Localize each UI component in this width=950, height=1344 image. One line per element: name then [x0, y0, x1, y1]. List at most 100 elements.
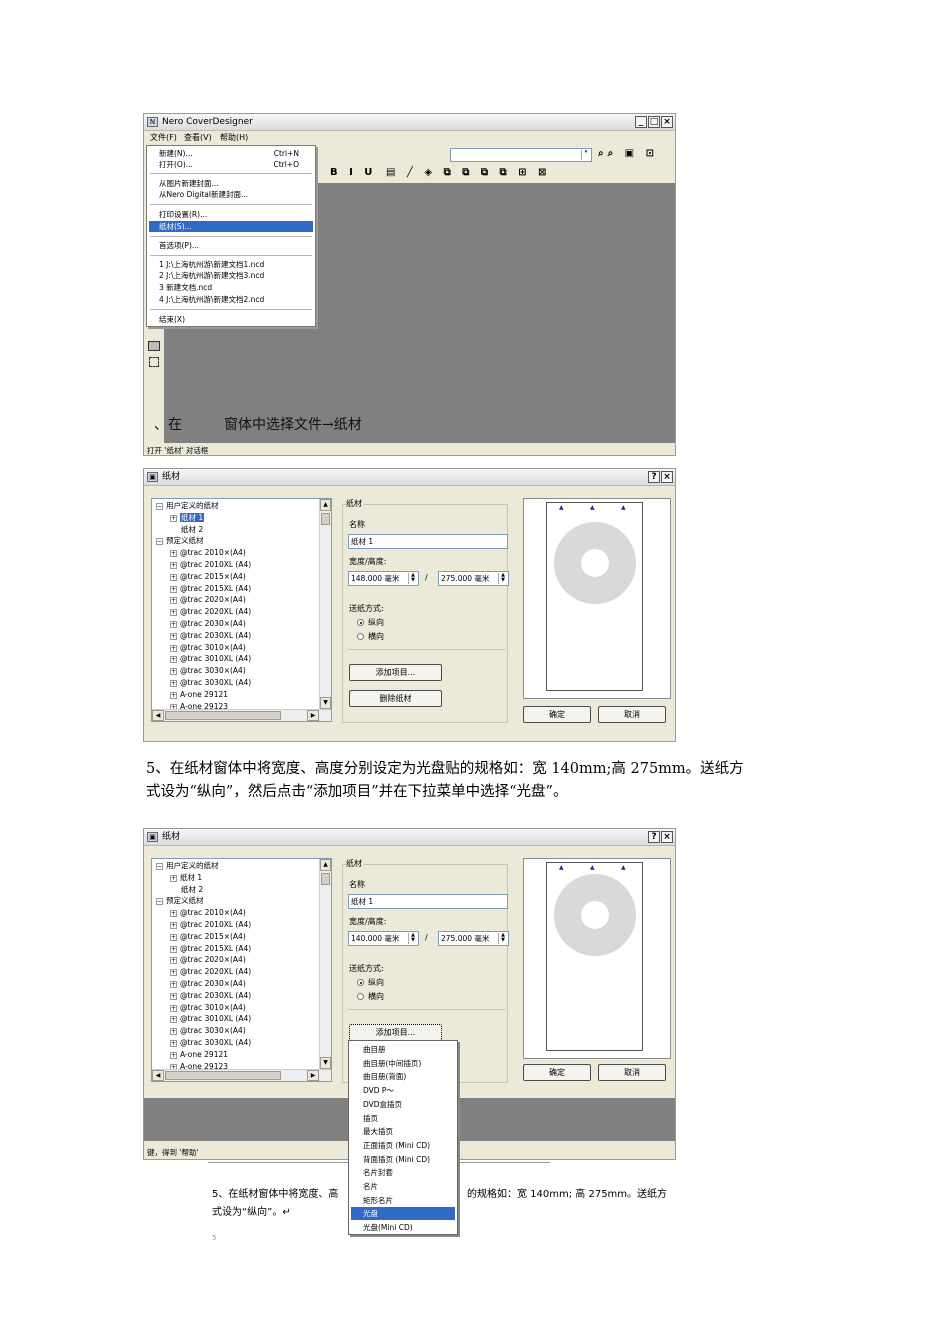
tree-preset-item[interactable]: + @trac 2020×(A4): [170, 954, 246, 966]
tree-preset-item[interactable]: + @trac 2015XL (A4): [170, 943, 251, 955]
tree-preset-item[interactable]: + @trac 2010XL (A4): [170, 559, 251, 571]
tree-preset-item[interactable]: + @trac 3010XL (A4): [170, 653, 251, 665]
expand-icon[interactable]: +: [170, 514, 177, 522]
tree-preset-item[interactable]: + @trac 2015×(A4): [170, 931, 246, 943]
tree-vertical-scrollbar[interactable]: ▲ ▼: [319, 859, 331, 1069]
menu-item-recent-4[interactable]: 4 J:\上海杭州游\新建文档2.ncd: [159, 294, 264, 305]
tree-item-paper-2[interactable]: 纸材 2: [181, 884, 203, 896]
menu-item-new-from-nero-digital[interactable]: 从Nero Digital新建封面...: [159, 189, 248, 200]
paper-tree[interactable]: − 用户定义的纸材 + 纸材 1 纸材 2 − 预定义纸材 + @trac 2010×(…: [151, 498, 332, 722]
minimize-button[interactable]: _: [635, 116, 647, 128]
add-item-button[interactable]: 添加项目...: [349, 1024, 442, 1041]
height-input[interactable]: 275.000 毫米 ▲ ▼: [438, 571, 509, 586]
help-button[interactable]: ?: [648, 471, 660, 483]
cancel-button[interactable]: 取消: [598, 1064, 666, 1081]
radio-portrait[interactable]: 纵向: [357, 978, 384, 988]
scroll-down-icon[interactable]: ▼: [320, 697, 331, 709]
add-item-button[interactable]: 添加项目...: [349, 664, 442, 681]
tree-item-paper-1[interactable]: + 纸材 1: [170, 512, 205, 524]
menu-item-open[interactable]: 打开(O)...: [159, 159, 193, 170]
tree-preset-item[interactable]: + @trac 2015×(A4): [170, 571, 246, 583]
width-input[interactable]: 148.000 毫米 ▲ ▼: [348, 571, 419, 586]
tree-preset-item[interactable]: + @trac 2010×(A4): [170, 907, 246, 919]
popup-item[interactable]: DVD盒插页: [349, 1098, 457, 1111]
close-button[interactable]: ×: [661, 116, 673, 128]
popup-item[interactable]: 正面插页 (Mini CD): [349, 1139, 457, 1152]
name-input[interactable]: 纸材 1: [348, 534, 508, 549]
scroll-up-icon[interactable]: ▲: [320, 499, 331, 511]
popup-item[interactable]: 曲目册(中间插页): [349, 1057, 457, 1070]
popup-item[interactable]: 插页: [349, 1112, 457, 1125]
popup-item[interactable]: 光盘(Mini CD): [349, 1221, 457, 1234]
menu-item-recent-2[interactable]: 2 J:\上海杭州游\新建文档3.ncd: [159, 270, 264, 281]
collapse-icon[interactable]: −: [156, 898, 163, 906]
help-button[interactable]: ?: [648, 831, 660, 843]
height-input[interactable]: 275.000 毫米 ▲ ▼: [438, 931, 509, 946]
tree-preset-item[interactable]: + @trac 2030×(A4): [170, 618, 246, 630]
menu-file[interactable]: 文件(F): [150, 131, 177, 145]
popup-item[interactable]: 曲目册: [349, 1043, 457, 1056]
scroll-thumb[interactable]: [321, 513, 330, 525]
zoom-tool-icons[interactable]: ⌕⌕ ▣ ⊡: [598, 148, 658, 159]
tree-preset-item[interactable]: + @trac 3010XL (A4): [170, 1013, 251, 1025]
tree-preset-item[interactable]: + @trac 2030×(A4): [170, 978, 246, 990]
expand-icon[interactable]: +: [170, 874, 177, 882]
width-input[interactable]: 140.000 毫米 ▲ ▼: [348, 931, 419, 946]
scroll-right-icon[interactable]: ▶: [307, 1070, 319, 1081]
tree-horizontal-scrollbar[interactable]: ◀ ▶: [152, 709, 331, 721]
menu-item-new[interactable]: 新建(N)...: [159, 148, 193, 159]
scroll-left-icon[interactable]: ◀: [152, 710, 164, 721]
frame-tool-icon[interactable]: [149, 357, 159, 367]
tree-preset-item[interactable]: + @trac 3010×(A4): [170, 642, 246, 654]
popup-item-disc[interactable]: 光盘: [351, 1207, 455, 1221]
hscroll-thumb[interactable]: [165, 1071, 281, 1080]
radio-portrait[interactable]: 纵向: [357, 618, 384, 628]
tree-preset-item[interactable]: + @trac 2010×(A4): [170, 547, 246, 559]
menu-help[interactable]: 帮助(H): [220, 131, 248, 145]
ok-button[interactable]: 确定: [523, 706, 591, 723]
delete-paper-button[interactable]: 删除纸材: [349, 690, 442, 707]
menu-item-new-from-image[interactable]: 从图片新建封面...: [159, 178, 219, 189]
tree-preset-item[interactable]: + @trac 2020XL (A4): [170, 606, 251, 618]
popup-item[interactable]: DVD P〜: [349, 1084, 457, 1097]
ok-button[interactable]: 确定: [523, 1064, 591, 1081]
close-button[interactable]: ×: [661, 831, 673, 843]
maximize-button[interactable]: □: [648, 116, 660, 128]
scroll-up-icon[interactable]: ▲: [320, 859, 331, 871]
tree-preset-item[interactable]: + @trac 3030×(A4): [170, 1025, 246, 1037]
tree-preset-item[interactable]: + @trac 3010×(A4): [170, 1002, 246, 1014]
tree-preset-item[interactable]: + A-one 29121: [170, 689, 228, 701]
collapse-icon[interactable]: −: [156, 503, 163, 510]
menu-item-recent-1[interactable]: 1 J:\上海杭州游\新建文档1.ncd: [159, 259, 264, 270]
scroll-down-icon[interactable]: ▼: [320, 1057, 331, 1069]
menu-item-print-setup[interactable]: 打印设置(R)...: [159, 209, 207, 220]
popup-item[interactable]: 名片封套: [349, 1166, 457, 1179]
tree-preset-item[interactable]: + @trac 2015XL (A4): [170, 583, 251, 595]
tree-preset-item[interactable]: + @trac 3030XL (A4): [170, 677, 251, 689]
name-input[interactable]: 纸材 1: [348, 894, 508, 909]
tree-group-user[interactable]: − 用户定义的纸材: [156, 860, 219, 872]
tree-vertical-scrollbar[interactable]: ▲ ▼: [319, 499, 331, 709]
menu-view[interactable]: 查看(V): [184, 131, 212, 145]
menu-item-paper[interactable]: 纸材(S)...: [149, 221, 313, 232]
tree-horizontal-scrollbar[interactable]: ◀ ▶: [152, 1069, 331, 1081]
tree-item-paper-1[interactable]: + 纸材 1: [170, 872, 202, 884]
hscroll-thumb[interactable]: [165, 711, 281, 720]
tree-item-paper-2[interactable]: 纸材 2: [181, 524, 203, 536]
tree-preset-item[interactable]: + @trac 2020XL (A4): [170, 966, 251, 978]
width-spinner-icon[interactable]: ▲ ▼: [408, 573, 417, 584]
tree-group-user[interactable]: − 用户定义的纸材: [156, 500, 219, 512]
tree-preset-item[interactable]: + @trac 2020×(A4): [170, 594, 246, 606]
popup-item[interactable]: 最大插页: [349, 1125, 457, 1138]
menu-item-exit[interactable]: 结束(X): [159, 314, 185, 325]
scroll-right-icon[interactable]: ▶: [307, 710, 319, 721]
tree-preset-item[interactable]: + @trac 2030XL (A4): [170, 990, 251, 1002]
width-spinner-icon[interactable]: ▲ ▼: [408, 933, 417, 944]
popup-item[interactable]: 背面插页 (Mini CD): [349, 1153, 457, 1166]
image-tool-icon[interactable]: [148, 341, 160, 351]
tree-preset-item[interactable]: + A-one 29121: [170, 1049, 228, 1061]
drawing-tool-icons[interactable]: ▤ ╱ ◈ ⧉ ⧉ ⧉ ⧉ ⊞ ⊠: [386, 167, 550, 178]
popup-item[interactable]: 曲目册(背面): [349, 1070, 457, 1083]
format-tool-icons[interactable]: B I U: [330, 167, 376, 178]
menu-item-recent-3[interactable]: 3 新建文档.ncd: [159, 282, 212, 293]
